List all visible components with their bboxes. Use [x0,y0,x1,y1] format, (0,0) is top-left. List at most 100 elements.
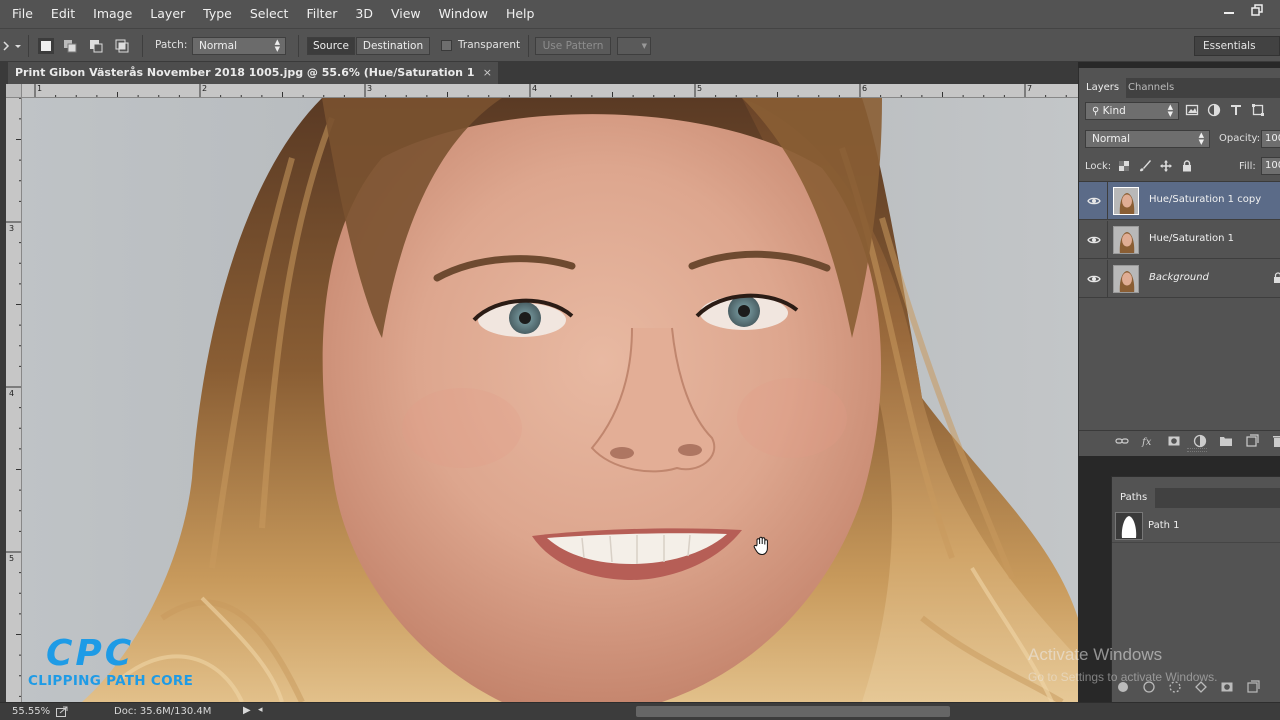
paths-tab-bar: Paths [1112,488,1280,508]
delete-layer-icon[interactable] [1271,434,1280,448]
new-selection-icon[interactable] [38,38,54,54]
shape-filter-icon[interactable] [1251,103,1265,117]
close-tab-icon[interactable]: × [483,62,492,84]
tab-channels[interactable]: Channels [1121,78,1181,98]
chevron-down-icon: ▼ [641,42,647,50]
tab-layers[interactable]: Layers [1079,78,1127,98]
blend-mode-value: Normal [1092,133,1130,145]
menu-file[interactable]: File [0,0,42,28]
tool-preset-icon[interactable] [2,39,22,53]
ruler-ticks-left [6,98,21,697]
layer-name: Hue/Saturation 1 [1149,233,1235,244]
new-path-icon[interactable] [1246,680,1260,694]
layer-style-icon[interactable]: fx [1141,434,1155,448]
path-row[interactable]: Path 1 [1112,509,1280,543]
destination-button[interactable]: Destination [356,37,430,55]
ruler-origin[interactable] [6,84,22,98]
eye-icon[interactable] [1087,272,1101,286]
use-pattern-button[interactable]: Use Pattern [535,37,611,55]
activate-windows-title: Activate Windows [1028,645,1163,664]
lock-all-icon[interactable] [1180,159,1194,173]
workspace-select[interactable]: Essentials [1194,36,1280,56]
adjustment-filter-icon[interactable] [1207,103,1221,117]
add-selection-icon[interactable] [62,38,78,54]
layer-row[interactable]: Hue/Saturation 1 copy [1079,182,1280,220]
ruler-label: 6 [862,84,868,93]
paths-panel: Paths Path 1 [1111,476,1280,702]
layer-thumbnail [1113,187,1139,215]
ruler-label: 4 [532,84,538,93]
menu-view[interactable]: View [382,0,430,28]
restore-icon[interactable] [1248,4,1266,20]
pattern-picker[interactable]: ▼ [617,37,651,55]
lock-icon [1273,272,1280,284]
source-button[interactable]: Source [307,37,355,55]
fill-input[interactable]: 100% [1261,157,1280,175]
patch-label: Patch: [155,39,188,51]
portrait-photo [22,98,1078,702]
menu-type[interactable]: Type [194,0,241,28]
menu-help[interactable]: Help [497,0,544,28]
eye-icon[interactable] [1087,194,1101,208]
activate-windows-subtitle: Go to Settings to activate Windows. [1028,670,1218,684]
menu-image[interactable]: Image [84,0,141,28]
ruler-label: 3 [9,224,15,233]
zoom-level[interactable]: 55.55% [12,706,50,717]
horizontal-ruler[interactable]: 1 2 3 4 5 6 7 [22,84,1078,98]
layer-mask-icon[interactable] [1167,434,1181,448]
menu-layer[interactable]: Layer [141,0,194,28]
intersect-selection-icon[interactable] [114,38,130,54]
layer-name: Background [1149,272,1209,283]
ruler-label: 1 [37,84,43,93]
blend-mode-select[interactable]: Normal ▲ ▼ [1085,130,1210,148]
transparent-checkbox[interactable] [441,40,452,51]
document-tab[interactable]: Print Gibon Västerås November 2018 1005.… [8,62,498,101]
lock-transparent-icon[interactable] [1117,159,1131,173]
pixel-filter-icon[interactable] [1185,103,1199,117]
document-size: Doc: 35.6M/130.4M [114,706,212,717]
chevron-updown-icon: ▲ ▼ [274,38,280,53]
panel-gap [1078,456,1111,702]
layer-row[interactable]: Background [1079,260,1280,298]
patch-mode-select[interactable]: Normal ▲ ▼ [192,37,286,55]
minimize-icon[interactable] [1220,4,1238,20]
tab-paths[interactable]: Paths [1112,488,1156,508]
layer-row[interactable]: Hue/Saturation 1 [1079,221,1280,259]
subtract-selection-icon[interactable] [88,38,104,54]
menu-window[interactable]: Window [430,0,497,28]
share-icon[interactable] [56,706,68,717]
layers-panel: Layers Channels ⚲ Kind ▲ ▼ Normal ▲ ▼ Opac… [1078,68,1280,456]
new-layer-icon[interactable] [1245,434,1259,448]
menu-3d[interactable]: 3D [346,0,382,28]
status-menu-arrow-icon[interactable]: ▶ [243,705,251,716]
adjustment-layer-icon[interactable] [1193,434,1207,448]
menu-select[interactable]: Select [241,0,298,28]
layer-filter-icons [1185,103,1265,117]
logo-mark: CPC [46,633,135,674]
eye-icon[interactable] [1087,233,1101,247]
logo-text: CLIPPING PATH CORE [28,673,194,689]
kind-value: Kind [1102,105,1126,117]
document-canvas[interactable] [22,98,1078,702]
menu-edit[interactable]: Edit [42,0,84,28]
menu-filter[interactable]: Filter [297,0,346,28]
chevron-updown-icon: ▲ ▼ [1167,103,1173,118]
scroll-left-icon[interactable]: ◂ [258,705,263,715]
lock-brush-icon[interactable] [1138,159,1152,173]
layer-filter-select[interactable]: ⚲ Kind ▲ ▼ [1085,102,1179,120]
layers-panel-tabs: Layers Channels [1079,78,1280,98]
opacity-input[interactable]: 100% [1261,130,1280,148]
ruler-label: 5 [697,84,703,93]
link-layers-icon[interactable] [1115,434,1129,448]
type-filter-icon[interactable] [1229,103,1243,117]
ruler-label: 3 [367,84,373,93]
lock-move-icon[interactable] [1159,159,1173,173]
layer-name: Hue/Saturation 1 copy [1149,194,1262,205]
vertical-ruler[interactable]: 3 4 5 [6,98,22,702]
panel-resize-grip[interactable] [1187,448,1207,452]
hand-tool-cursor-icon [753,536,771,556]
layer-thumbnail [1113,226,1139,254]
horizontal-scrollbar[interactable] [636,706,950,717]
add-mask-icon[interactable] [1220,680,1234,694]
new-group-icon[interactable] [1219,434,1233,448]
